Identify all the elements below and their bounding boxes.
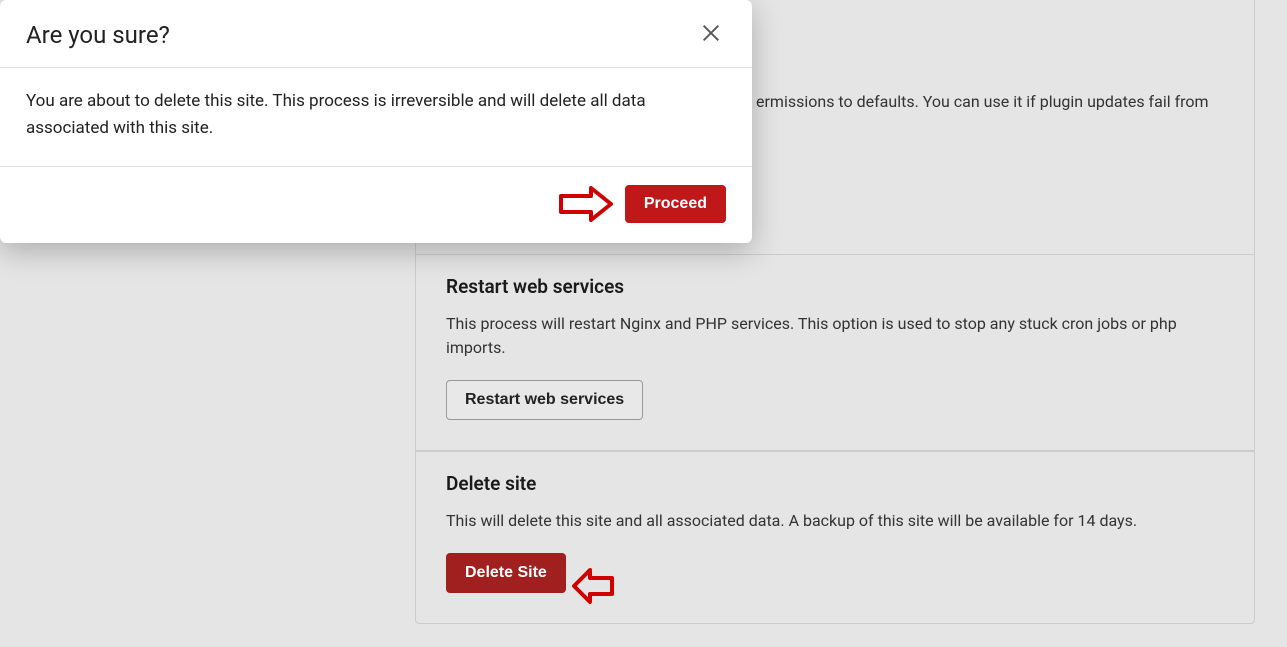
delete-section: Delete site This will delete this site a… <box>415 451 1255 624</box>
restart-title: Restart web services <box>446 275 1224 298</box>
annotation-arrow-right-icon <box>557 186 613 222</box>
restart-section: Restart web services This process will r… <box>415 255 1255 451</box>
modal-body: You are about to delete this site. This … <box>0 68 752 167</box>
delete-site-button[interactable]: Delete Site <box>446 553 566 593</box>
proceed-button[interactable]: Proceed <box>625 185 726 223</box>
modal-title: Are you sure? <box>26 21 170 49</box>
annotation-arrow-left-icon <box>572 566 616 606</box>
delete-title: Delete site <box>446 472 1224 495</box>
restart-desc: This process will restart Nginx and PHP … <box>446 312 1224 360</box>
modal-close-button[interactable] <box>696 18 726 51</box>
modal-footer: Proceed <box>0 167 752 243</box>
modal-header: Are you sure? <box>0 0 752 68</box>
delete-desc: This will delete this site and all assoc… <box>446 509 1224 533</box>
close-icon <box>700 22 722 44</box>
restart-web-services-button[interactable]: Restart web services <box>446 380 643 420</box>
confirm-modal: Are you sure? You are about to delete th… <box>0 0 752 243</box>
